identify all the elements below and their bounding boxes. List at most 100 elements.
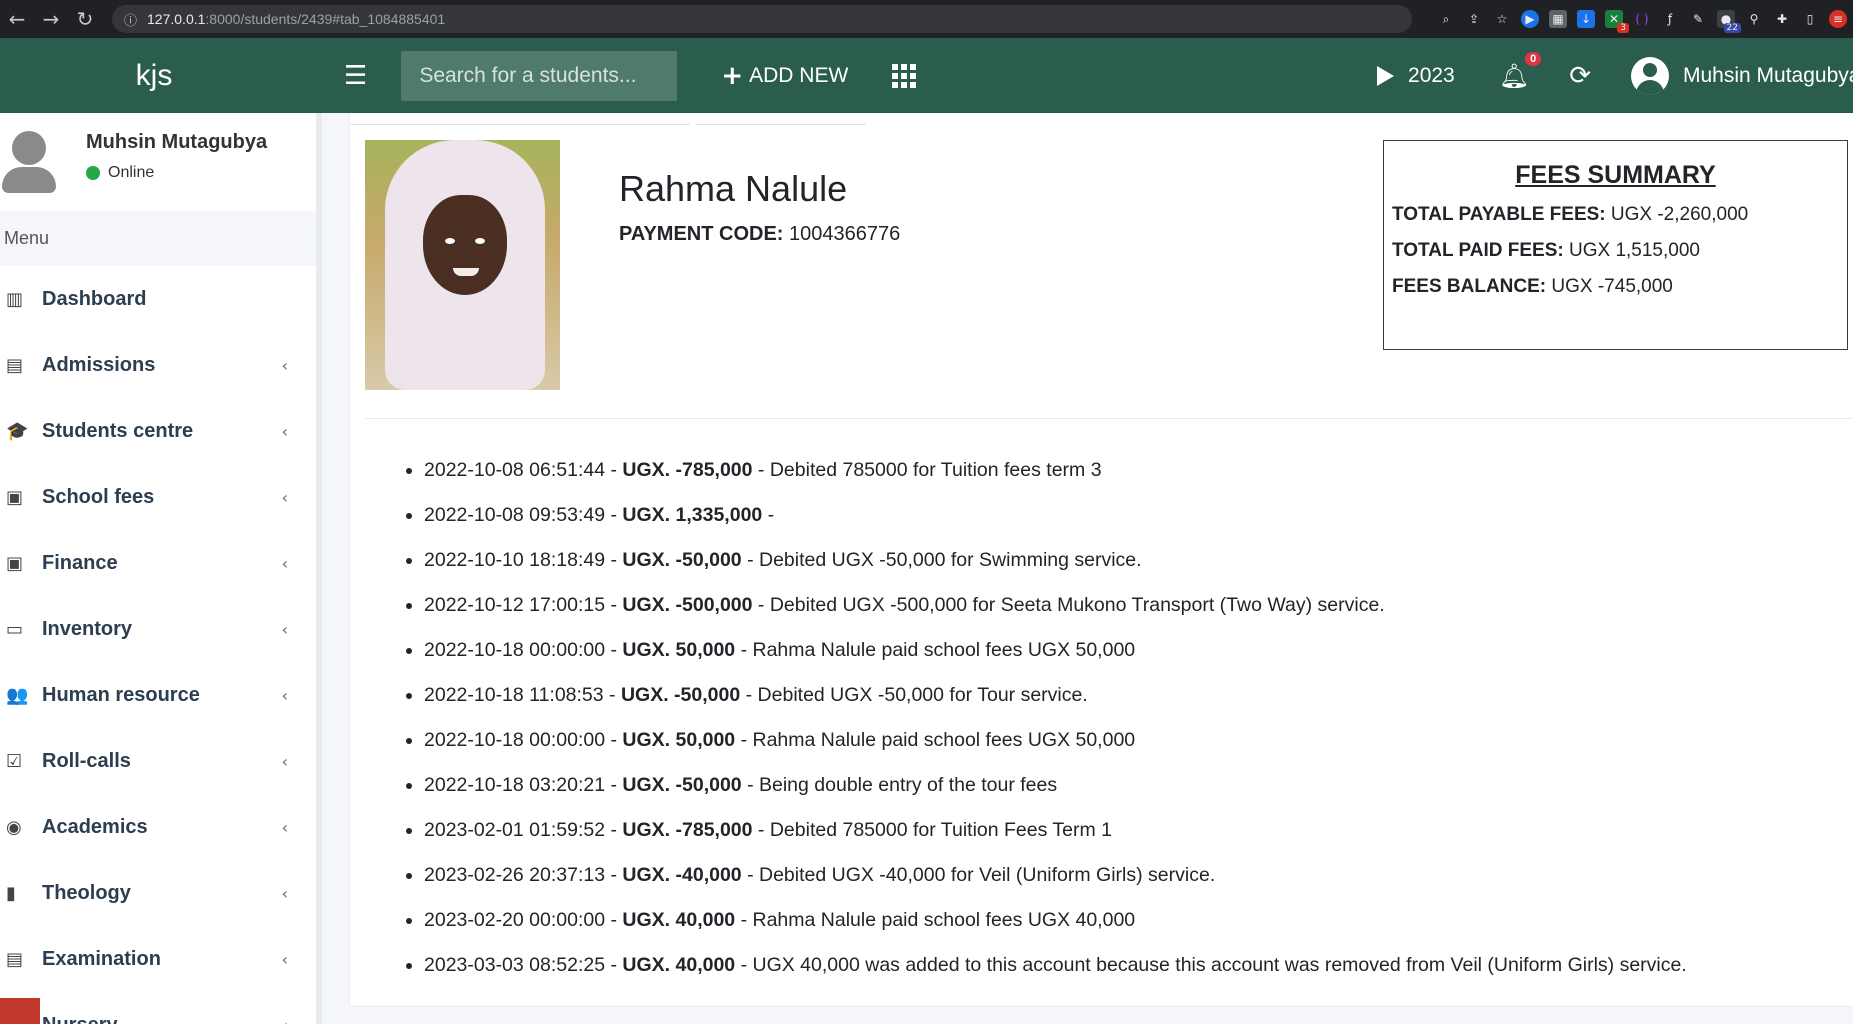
info-icon[interactable]: ⓘ: [124, 10, 137, 29]
year-selector-button[interactable]: 2023: [1377, 64, 1455, 88]
compass-icon: ◉: [6, 816, 22, 838]
transaction-date: 2022-10-18 00:00:00: [424, 639, 606, 661]
transaction-amount: UGX. -500,000: [622, 594, 753, 616]
extension-badge-2: 22: [1723, 23, 1741, 33]
back-arrow-icon[interactable]: ←: [0, 7, 34, 31]
student-photo: [365, 140, 560, 390]
bookmark-star-icon[interactable]: ☆: [1493, 10, 1511, 28]
transaction-amount: UGX. -785,000: [622, 459, 753, 481]
transaction-item: 2022-10-18 00:00:00 - UGX. 50,000 - Rahm…: [424, 628, 1687, 673]
extension-grey-icon[interactable]: ▦: [1549, 10, 1567, 28]
hamburger-menu-icon[interactable]: ☰: [344, 61, 367, 91]
sidebar-item-human-resource[interactable]: 👥 Human resource ‹: [0, 662, 316, 728]
sidebar-item-admissions[interactable]: ▤ Admissions ‹: [0, 332, 316, 398]
total-paid-fees: TOTAL PAID FEES: UGX 1,515,000: [1392, 240, 1839, 262]
chevron-left-icon: ‹: [281, 355, 288, 375]
download-extension-icon[interactable]: ↓: [1577, 10, 1595, 28]
puzzle-icon[interactable]: ✚: [1773, 10, 1791, 28]
inbox-icon: ▭: [6, 618, 24, 640]
extension-purple-icon[interactable]: ● 22: [1717, 10, 1741, 33]
chevron-left-icon: ‹: [281, 685, 288, 705]
sidebar-item-examination[interactable]: ▤ Examination ‹: [0, 926, 316, 992]
money-bill-icon: ▣: [6, 486, 24, 508]
total-paid-label: TOTAL PAID FEES:: [1392, 240, 1564, 261]
brand-logo[interactable]: kjs: [0, 59, 308, 93]
transaction-description: Being double entry of the tour fees: [759, 774, 1058, 796]
user-avatar: [0, 131, 58, 193]
address-bar[interactable]: ⓘ 127.0.0.1:8000/students/2439#tab_10848…: [112, 5, 1412, 33]
transaction-description: UGX 40,000 was added to this account bec…: [752, 954, 1687, 976]
fees-balance: FEES BALANCE: UGX -745,000: [1392, 276, 1839, 298]
sidebar-item-dashboard[interactable]: ▥ Dashboard: [0, 266, 316, 332]
chevron-left-icon: ‹: [281, 751, 288, 771]
total-payable-fees: TOTAL PAYABLE FEES: UGX -2,260,000: [1392, 204, 1839, 226]
transaction-item: 2023-02-26 20:37:13 - UGX. -40,000 - Deb…: [424, 853, 1687, 898]
year-label: 2023: [1408, 63, 1455, 87]
transaction-amount: UGX. 40,000: [622, 909, 736, 931]
formula-extension-icon[interactable]: ƒ: [1661, 10, 1679, 28]
cursor-extension-icon[interactable]: ⚲: [1745, 10, 1763, 28]
zoom-icon[interactable]: ⌕: [1437, 10, 1455, 28]
sidebar-item-label: Students centre: [42, 419, 194, 442]
refresh-icon[interactable]: ⟳: [1569, 61, 1591, 91]
payment-code-value: 1004366776: [789, 223, 901, 245]
transaction-item: 2022-10-18 11:08:53 - UGX. -50,000 - Deb…: [424, 673, 1687, 718]
book-icon: ▮: [6, 882, 16, 904]
transaction-item: 2022-10-08 06:51:44 - UGX. -785,000 - De…: [424, 448, 1687, 493]
transaction-description: Debited UGX -40,000 for Veil (Uniform Gi…: [759, 864, 1216, 886]
transaction-description: Debited UGX -50,000 for Tour service.: [757, 684, 1088, 706]
transaction-item: 2023-03-03 08:52:25 - UGX. 40,000 - UGX …: [424, 943, 1687, 988]
sidebar-item-theology[interactable]: ▮ Theology ‹: [0, 860, 316, 926]
sidebar-user-panel: Muhsin Mutagubya Online: [0, 113, 316, 211]
payment-code-label: PAYMENT CODE:: [619, 223, 784, 245]
transaction-date: 2023-02-26 20:37:13: [424, 864, 606, 886]
transaction-item: 2023-02-20 00:00:00 - UGX. 40,000 - Rahm…: [424, 898, 1687, 943]
pen-extension-icon[interactable]: ✎: [1689, 10, 1707, 28]
transaction-date: 2023-02-20 00:00:00: [424, 909, 606, 931]
transaction-description: Debited 785000 for Tuition Fees Term 1: [769, 819, 1113, 841]
transaction-amount: UGX. 50,000: [622, 639, 736, 661]
forward-arrow-icon[interactable]: →: [34, 7, 68, 31]
sidebar-item-label: School fees: [42, 485, 155, 508]
sidebar-item-school-fees[interactable]: ▣ School fees ‹: [0, 464, 316, 530]
browser-toolbar: ← → ↻ ⓘ 127.0.0.1:8000/students/2439#tab…: [0, 0, 1853, 38]
transaction-item: 2022-10-10 18:18:49 - UGX. -50,000 - Deb…: [424, 538, 1687, 583]
extension-green-icon[interactable]: ✕ 3: [1605, 10, 1629, 33]
sidebar-item-roll-calls[interactable]: ☑ Roll-calls ‹: [0, 728, 316, 794]
nursery-thumbnail: [0, 998, 40, 1024]
transaction-description: Debited 785000 for Tuition fees term 3: [769, 459, 1102, 481]
form-icon: ▤: [6, 354, 24, 376]
sidebar-item-label: Examination: [42, 947, 161, 970]
code-extension-icon[interactable]: ( ): [1633, 10, 1651, 28]
add-new-label: ADD NEW: [749, 63, 849, 87]
sidebar-item-students-centre[interactable]: 🎓 Students centre ‹: [0, 398, 316, 464]
sidebar-item-label: Dashboard: [42, 287, 147, 310]
sidebar-user-name[interactable]: Muhsin Mutagubya: [86, 131, 267, 154]
user-menu[interactable]: Muhsin Mutagubya: [1631, 56, 1853, 95]
transaction-item: 2022-10-18 00:00:00 - UGX. 50,000 - Rahm…: [424, 718, 1687, 763]
add-new-button[interactable]: + ADD NEW: [721, 61, 848, 91]
user-status-label: Online: [108, 164, 155, 181]
sidebar-item-academics[interactable]: ◉ Academics ‹: [0, 794, 316, 860]
extension-blue-icon[interactable]: ▶: [1521, 10, 1539, 28]
chart-bar-icon: ▥: [6, 288, 24, 310]
chevron-left-icon: ‹: [281, 619, 288, 639]
play-icon: [1377, 65, 1395, 86]
share-icon[interactable]: ⇪: [1465, 10, 1483, 28]
sidebar-item-inventory[interactable]: ▭ Inventory ‹: [0, 596, 316, 662]
check-square-icon: ☑: [6, 750, 23, 772]
transaction-date: 2022-10-12 17:00:15: [424, 594, 606, 616]
fees-balance-label: FEES BALANCE:: [1392, 276, 1547, 297]
tab-strip-active: [696, 113, 866, 125]
sidebar-item-finance[interactable]: ▣ Finance ‹: [0, 530, 316, 596]
side-panel-icon[interactable]: ▯: [1801, 10, 1819, 28]
notifications-bell-icon[interactable]: 🔔︎ 0: [1499, 51, 1542, 90]
profile-icon[interactable]: ≡: [1829, 10, 1847, 28]
apps-grid-icon[interactable]: [892, 63, 917, 88]
sidebar-item-nursery[interactable]: ▢Nursery‹: [0, 992, 316, 1024]
reload-icon[interactable]: ↻: [68, 7, 102, 31]
transaction-amount: UGX. -50,000: [622, 774, 742, 796]
student-search-input[interactable]: [401, 50, 678, 101]
plus-icon: +: [721, 60, 744, 91]
transaction-amount: UGX. 1,335,000: [622, 504, 763, 526]
